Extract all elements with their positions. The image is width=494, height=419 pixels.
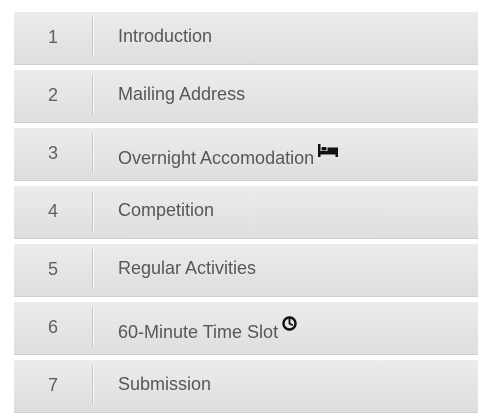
- step-label: Introduction: [118, 26, 213, 46]
- step-number: 6: [47, 317, 58, 337]
- step-number: 3: [47, 143, 58, 163]
- step-number: 5: [47, 259, 58, 279]
- step-label: Submission: [118, 374, 212, 394]
- step-divider: [92, 133, 93, 173]
- step-divider: [92, 191, 93, 231]
- step-number: 7: [47, 375, 58, 395]
- step-item-regular-activities[interactable]: 5 Regular Activities: [14, 244, 478, 297]
- bed-icon: [318, 141, 339, 162]
- step-label: Regular Activities: [118, 258, 257, 278]
- step-item-time-slot[interactable]: 6 60-Minute Time Slot: [14, 302, 478, 355]
- step-label: Competition: [118, 200, 215, 220]
- clock-icon: [282, 315, 297, 336]
- step-item-competition[interactable]: 4 Competition: [14, 186, 478, 239]
- step-label-text: 60-Minute Time Slot: [118, 322, 279, 342]
- step-number: 1: [47, 27, 58, 47]
- step-label: Mailing Address: [118, 84, 246, 104]
- step-item-mailing-address[interactable]: 2 Mailing Address: [14, 70, 478, 123]
- step-item-introduction[interactable]: 1 Introduction: [14, 12, 478, 65]
- step-label-with-icon: Overnight Accomodation: [118, 143, 339, 170]
- step-divider: [92, 17, 93, 57]
- step-divider: [92, 75, 93, 115]
- step-number: 4: [47, 201, 58, 221]
- step-item-overnight-accomodation[interactable]: 3 Overnight Accomodation: [14, 128, 478, 181]
- step-list: 1 Introduction 2 Mailing Address 3 Overn…: [14, 12, 478, 413]
- step-divider: [92, 365, 93, 405]
- step-item-submission[interactable]: 7 Submission: [14, 360, 478, 413]
- step-label-with-icon: 60-Minute Time Slot: [118, 316, 297, 344]
- step-label-text: Overnight Accomodation: [118, 148, 315, 168]
- step-divider: [92, 249, 93, 289]
- step-number: 2: [47, 85, 58, 105]
- step-divider: [92, 307, 93, 347]
